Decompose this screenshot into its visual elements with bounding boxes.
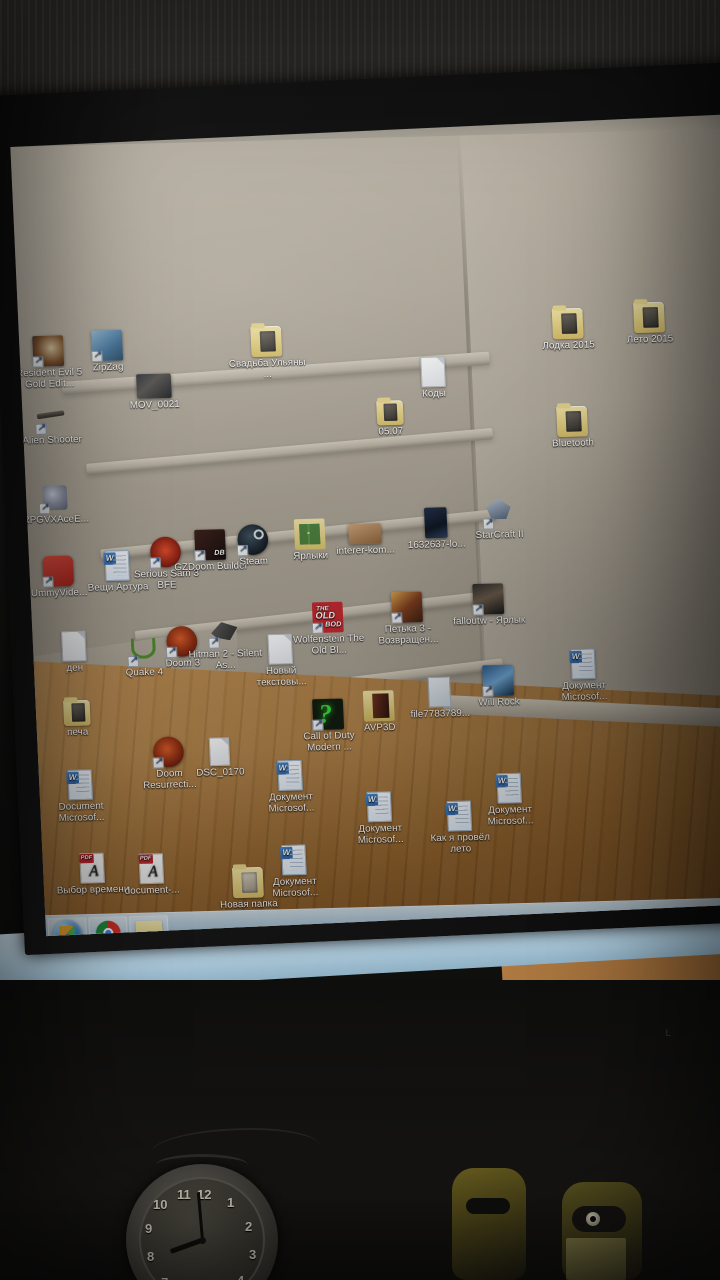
- image-file-icon: [208, 737, 231, 767]
- folder-icon: [250, 325, 283, 358]
- folder-icon: [633, 301, 666, 334]
- video-thumbnail-icon: [136, 373, 172, 399]
- desktop-icon-will-rock[interactable]: Will Rock: [459, 664, 538, 709]
- desktop-icon-document-dash[interactable]: PDF A document-...: [112, 852, 191, 897]
- desktop-icon-kak-ya-provel-leto[interactable]: W Как я провёл лето: [420, 800, 500, 856]
- desktop-icon-interer-kom[interactable]: interer-kom...: [326, 523, 405, 558]
- folder-icon: [293, 518, 326, 550]
- word-document-icon: W: [66, 769, 94, 801]
- desktop-icon-lodka-2015[interactable]: Лодка 2015: [528, 307, 607, 352]
- desktop-icon-dokument-ms-1[interactable]: W Документ Microsof...: [544, 648, 624, 704]
- will-rock-icon: [482, 664, 515, 698]
- windows-start-orb-icon: [52, 918, 83, 937]
- desktop-icon-pecha[interactable]: печа: [38, 699, 117, 739]
- desktop-icon-alien-shooter[interactable]: Alien Shooter: [12, 402, 91, 447]
- pdf-document-icon: PDF A: [79, 852, 106, 884]
- image-thumbnail-icon: [348, 523, 382, 545]
- computer-monitor: Resident Evil 5 Gold Edit... ZipZag MOV_…: [0, 61, 720, 956]
- desktop-icon-dokument-ms-5[interactable]: W Документ Microsof...: [254, 844, 334, 900]
- folder-icon: [362, 690, 395, 722]
- fallout-icon: [472, 583, 505, 616]
- clock-numeral: 10: [153, 1197, 168, 1212]
- image-thumbnail-icon: [423, 507, 448, 539]
- steam-icon: [236, 524, 269, 557]
- clock-hour-hand: [169, 1237, 203, 1254]
- word-document-icon: W: [445, 800, 473, 832]
- folder-icon: [63, 699, 91, 727]
- desktop-icon-starcraft-2[interactable]: StarCraft II: [459, 497, 538, 542]
- clock-numeral: 11: [177, 1187, 191, 1202]
- desktop-icon-falloutw[interactable]: falloutw - Ярлык: [449, 583, 528, 628]
- pdf-document-icon: PDF A: [138, 853, 165, 885]
- monitor-screen[interactable]: Resident Evil 5 Gold Edit... ZipZag MOV_…: [10, 114, 720, 937]
- desktop-icon-kody[interactable]: Коды: [394, 356, 473, 401]
- desktop-icon-svadba-ulyany[interactable]: Свадьба Ульяны ...: [227, 325, 307, 381]
- wolfenstein-icon: THE OLD BOD: [311, 601, 344, 635]
- start-button[interactable]: [47, 916, 88, 937]
- desktop-surface[interactable]: Resident Evil 5 Gold Edit... ZipZag MOV_…: [10, 128, 720, 937]
- folder-icon: [551, 307, 584, 340]
- desktop-icon-05-07[interactable]: 05.07: [351, 400, 430, 439]
- hitman-2-icon: [208, 617, 240, 649]
- clock-numeral: 7: [161, 1275, 168, 1280]
- desktop-icon-mov-0021[interactable]: MOV_0021: [115, 373, 194, 412]
- minion-eye: [586, 1212, 600, 1226]
- word-document-icon: W: [365, 791, 393, 823]
- monitor-brand-logo: L: [665, 1028, 672, 1039]
- document-icon: [420, 356, 446, 388]
- ummy-video-downloader-icon: [42, 555, 75, 588]
- folder-icon: [556, 405, 589, 438]
- desktop-icon-dsc-0170[interactable]: DSC_0170: [180, 736, 259, 779]
- document-icon: [60, 630, 87, 662]
- desktop-icon-dokument-ms-2[interactable]: W Документ Microsof...: [251, 759, 331, 815]
- desktop-icon-den[interactable]: ден: [34, 630, 113, 675]
- desktop-icon-dokument-ms-4[interactable]: W Документ Microsof...: [340, 791, 420, 847]
- resident-evil-5-icon: [32, 335, 65, 368]
- word-document-icon: W: [276, 759, 303, 791]
- clock-numeral: 1: [227, 1195, 235, 1210]
- desktop-icon-petka-3[interactable]: Петька 3 - Возвращен...: [368, 591, 448, 647]
- folder-icon: [376, 400, 404, 426]
- word-document-icon: W: [495, 772, 523, 804]
- clock-numeral: 2: [245, 1219, 253, 1234]
- word-document-icon: W: [569, 648, 597, 680]
- clock-face: 12 1 2 3 4 5 6 7 8 9 10 11: [139, 1177, 265, 1280]
- clock-numeral: 9: [145, 1221, 153, 1236]
- desktop-icon-wolfenstein[interactable]: THEOLDBOD Wolfenstein The Old Bl...: [288, 601, 368, 657]
- clock-numeral: 4: [237, 1273, 244, 1280]
- desktop-icon-document-ms-en[interactable]: W Document Microsof...: [41, 769, 121, 825]
- desktop-icon-leto-2015[interactable]: Лето 2015: [610, 301, 689, 346]
- paper-label: [566, 1238, 626, 1280]
- desktop-icon-zipzag[interactable]: ZipZag: [68, 329, 147, 374]
- desktop-icon-bluetooth[interactable]: Bluetooth: [533, 405, 612, 450]
- minion-goggle: [466, 1198, 510, 1214]
- clock-center-pin: [198, 1236, 206, 1244]
- clock-bell: [156, 1154, 248, 1176]
- alien-shooter-icon: [35, 403, 67, 436]
- minion-figurine: [452, 1168, 526, 1280]
- photo-scene: Resident Evil 5 Gold Edit... ZipZag MOV_…: [0, 0, 720, 1280]
- rpg-maker-icon: [38, 482, 71, 515]
- clock-numeral: 8: [147, 1249, 155, 1264]
- word-document-icon: W: [280, 844, 307, 876]
- clock-numeral: 3: [249, 1247, 257, 1262]
- starcraft-2-icon: [482, 497, 515, 530]
- image-file-icon: [427, 676, 452, 708]
- zipzag-icon: [91, 329, 124, 363]
- desktop-icon-rpgvxace[interactable]: RPGVXAceE...: [15, 481, 94, 526]
- petka-3-icon: [390, 591, 423, 624]
